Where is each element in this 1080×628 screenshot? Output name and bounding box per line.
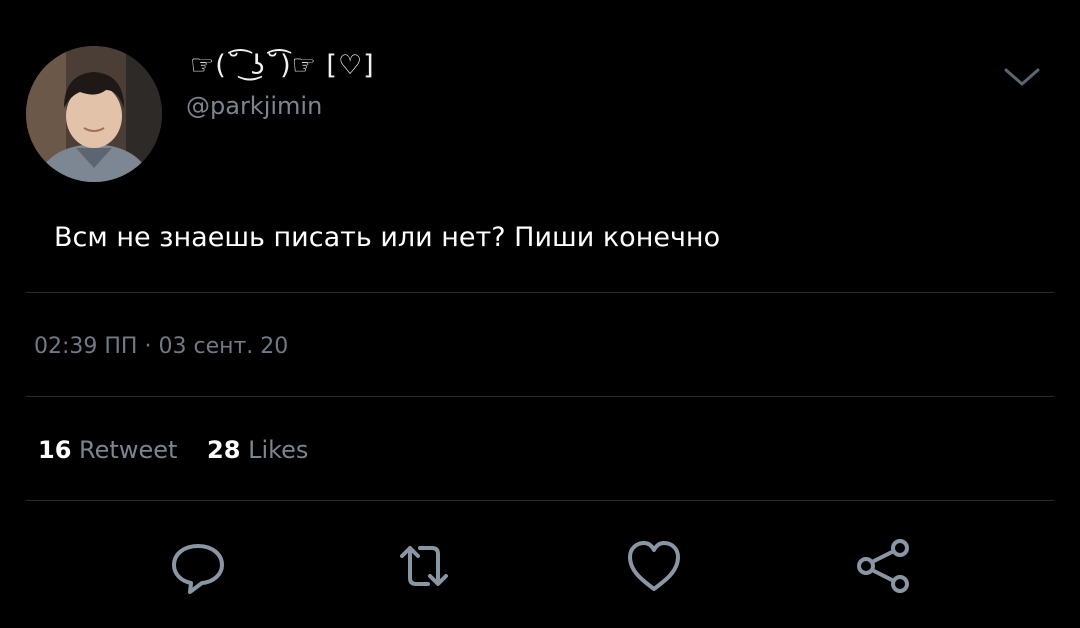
divider bbox=[26, 500, 1054, 501]
share-button[interactable] bbox=[852, 536, 912, 596]
display-name[interactable]: ☞(˘͡ ͜ʖ˘͡)☞ [♡] bbox=[190, 50, 375, 81]
tweet-text: Всм не знаешь писать или нет? Пиши конеч… bbox=[54, 222, 721, 253]
retweet-icon bbox=[400, 546, 448, 586]
retweet-label[interactable]: Retweet bbox=[79, 436, 177, 464]
tweet-timestamp: 02:39 ПП · 03 сент. 20 bbox=[34, 334, 288, 359]
avatar-image bbox=[26, 46, 162, 182]
user-handle[interactable]: @parkjimin bbox=[186, 92, 322, 120]
likes-label[interactable]: Likes bbox=[248, 436, 308, 464]
tweet-stats: 16 Retweet 28 Likes bbox=[38, 436, 330, 464]
tweet-date: 03 сент. 20 bbox=[158, 334, 289, 359]
like-button[interactable] bbox=[624, 536, 684, 596]
reply-button[interactable] bbox=[168, 536, 228, 596]
chevron-down-icon[interactable] bbox=[1002, 62, 1042, 92]
likes-count[interactable]: 28 bbox=[207, 436, 240, 464]
heart-icon bbox=[628, 541, 680, 591]
avatar[interactable] bbox=[26, 46, 162, 182]
divider bbox=[26, 292, 1054, 293]
reply-icon bbox=[172, 544, 224, 594]
share-icon bbox=[857, 539, 909, 593]
retweet-button[interactable] bbox=[394, 536, 454, 596]
divider bbox=[26, 396, 1054, 397]
tweet-detail: ☞(˘͡ ͜ʖ˘͡)☞ [♡] @parkjimin Всм не знаешь… bbox=[0, 0, 1080, 628]
tweet-time: 02:39 ПП bbox=[34, 334, 138, 359]
meta-separator: · bbox=[144, 334, 152, 359]
retweet-count[interactable]: 16 bbox=[38, 436, 71, 464]
